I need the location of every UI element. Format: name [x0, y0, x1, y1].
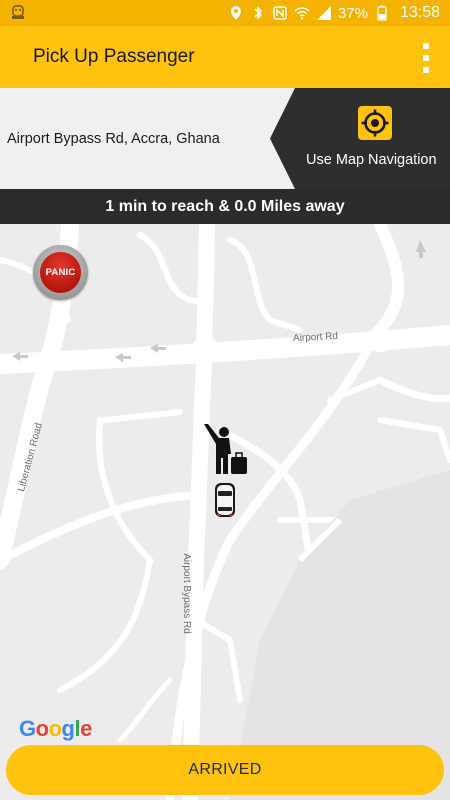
app-notification-icon	[12, 5, 24, 19]
google-logo: Google	[19, 716, 92, 741]
navigation-label: Use Map Navigation	[306, 152, 437, 168]
battery-percent: 37%	[337, 4, 368, 22]
road-label-airport-bypass-rd: Airport Bypass Rd	[180, 553, 192, 634]
pickup-address: Airport Bypass Rd, Accra, Ghana	[7, 131, 220, 147]
use-map-navigation-button[interactable]: Use Map Navigation	[270, 88, 450, 189]
page-title: Pick Up Passenger	[33, 46, 195, 67]
location-icon	[230, 6, 241, 20]
signal-icon	[316, 6, 331, 20]
road-label-airport-rd: Airport Rd	[292, 330, 339, 345]
arrived-button[interactable]: ARRIVED	[6, 745, 444, 795]
overflow-menu-icon[interactable]	[418, 43, 434, 73]
car-icon	[215, 483, 235, 517]
arrived-label: ARRIVED	[188, 761, 262, 778]
app-bar: Pick Up Passenger	[0, 26, 450, 88]
battery-icon	[377, 5, 387, 21]
map-view[interactable]: Airport Rd Liberation Road Airport Bypas…	[0, 224, 450, 800]
panic-button[interactable]: PANIC	[33, 245, 88, 300]
panic-label: PANIC	[45, 267, 76, 278]
clock: 13:58	[399, 4, 440, 21]
nfc-icon	[273, 6, 287, 20]
bluetooth-icon	[254, 6, 262, 20]
eta-bar: 1 min to reach & 0.0 Miles away	[0, 189, 450, 224]
pickup-address-panel: Airport Bypass Rd, Accra, Ghana Use Map …	[0, 88, 450, 189]
passenger-hailing-icon	[204, 424, 247, 474]
status-bar: 37% 13:58	[0, 0, 450, 26]
wifi-icon	[294, 7, 310, 20]
crosshair-target-icon	[358, 106, 392, 140]
eta-text: 1 min to reach & 0.0 Miles away	[105, 197, 345, 215]
